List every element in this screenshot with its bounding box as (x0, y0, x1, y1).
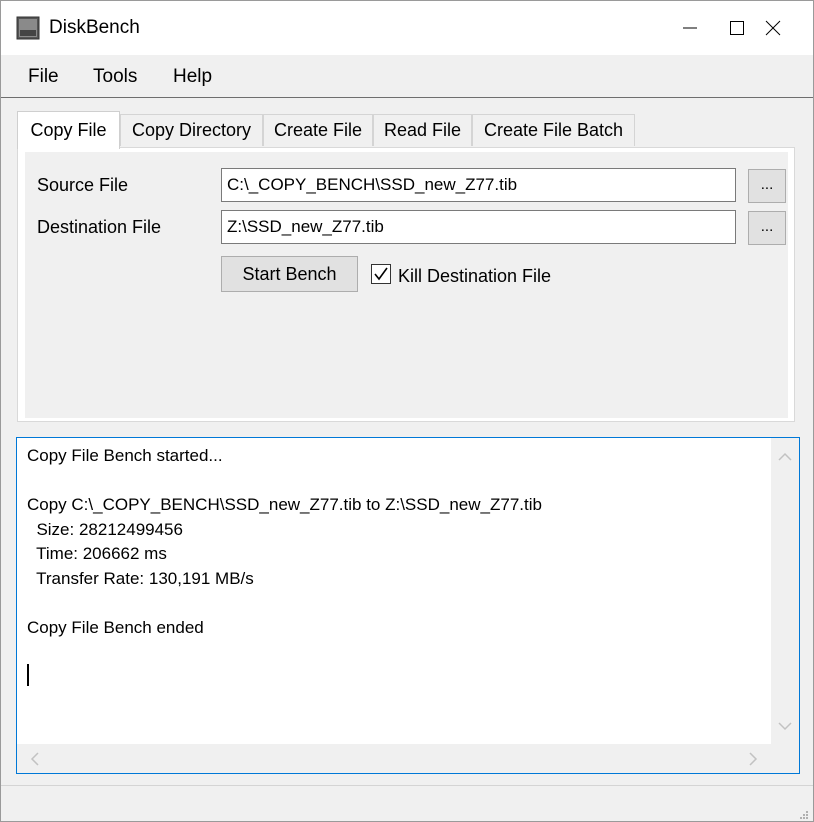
menu-file[interactable]: File (28, 66, 59, 88)
destination-file-input[interactable]: Z:\SSD_new_Z77.tib (221, 210, 736, 244)
log-output[interactable]: Copy File Bench started... Copy C:\_COPY… (16, 437, 800, 774)
window-title: DiskBench (49, 17, 140, 38)
destination-browse-button[interactable]: ... (748, 211, 786, 245)
tab-create-file-batch[interactable]: Create File Batch (472, 114, 635, 146)
tab-copy-file[interactable]: Copy File (17, 111, 120, 149)
app-icon (16, 16, 40, 40)
status-bar (1, 785, 813, 821)
scroll-right-icon[interactable] (739, 745, 767, 773)
close-button[interactable] (750, 1, 796, 55)
log-line: Transfer Rate: 130,191 MB/s (27, 568, 254, 588)
close-icon (765, 20, 781, 36)
menu-bar: File Tools Help (1, 55, 813, 98)
tab-copy-directory[interactable]: Copy Directory (120, 114, 263, 146)
diskbench-window: DiskBench File Tools Help Copy File Copy… (0, 0, 814, 822)
scrollbar-corner (771, 744, 799, 773)
kill-destination-checkbox[interactable] (371, 264, 391, 284)
log-text: Copy File Bench started... Copy C:\_COPY… (27, 444, 542, 640)
destination-file-label: Destination File (37, 217, 162, 237)
tab-read-file[interactable]: Read File (373, 114, 472, 146)
checkmark-icon (374, 267, 388, 281)
source-file-input[interactable]: C:\_COPY_BENCH\SSD_new_Z77.tib (221, 168, 736, 202)
kill-destination-label[interactable]: Kill Destination File (398, 266, 551, 287)
maximize-icon (730, 21, 744, 35)
text-caret (27, 664, 29, 686)
copy-file-form: Source File C:\_COPY_BENCH\SSD_new_Z77.t… (25, 152, 788, 418)
scroll-up-icon[interactable] (771, 443, 799, 471)
tab-create-file[interactable]: Create File (263, 114, 373, 146)
title-bar[interactable]: DiskBench (1, 1, 813, 55)
scroll-down-icon[interactable] (771, 712, 799, 740)
start-bench-button[interactable]: Start Bench (221, 256, 358, 292)
source-browse-button[interactable]: ... (748, 169, 786, 203)
resize-grip-icon[interactable] (797, 808, 809, 820)
minimize-button[interactable] (667, 1, 713, 55)
copy-file-panel: Source File C:\_COPY_BENCH\SSD_new_Z77.t… (17, 147, 795, 422)
log-line: Copy File Bench started... (27, 446, 223, 465)
vertical-scrollbar[interactable] (771, 438, 799, 744)
scroll-left-icon[interactable] (21, 745, 49, 773)
log-line: Size: 28212499456 (27, 519, 183, 539)
log-line: Copy File Bench ended (27, 617, 204, 637)
log-line: Time: 206662 ms (27, 544, 167, 563)
source-file-label: Source File (37, 175, 129, 195)
minimize-icon (683, 27, 697, 29)
log-line: Copy C:\_COPY_BENCH\SSD_new_Z77.tib to Z… (27, 495, 542, 514)
menu-help[interactable]: Help (173, 66, 212, 88)
horizontal-scrollbar[interactable] (17, 744, 771, 773)
menu-tools[interactable]: Tools (93, 66, 137, 88)
